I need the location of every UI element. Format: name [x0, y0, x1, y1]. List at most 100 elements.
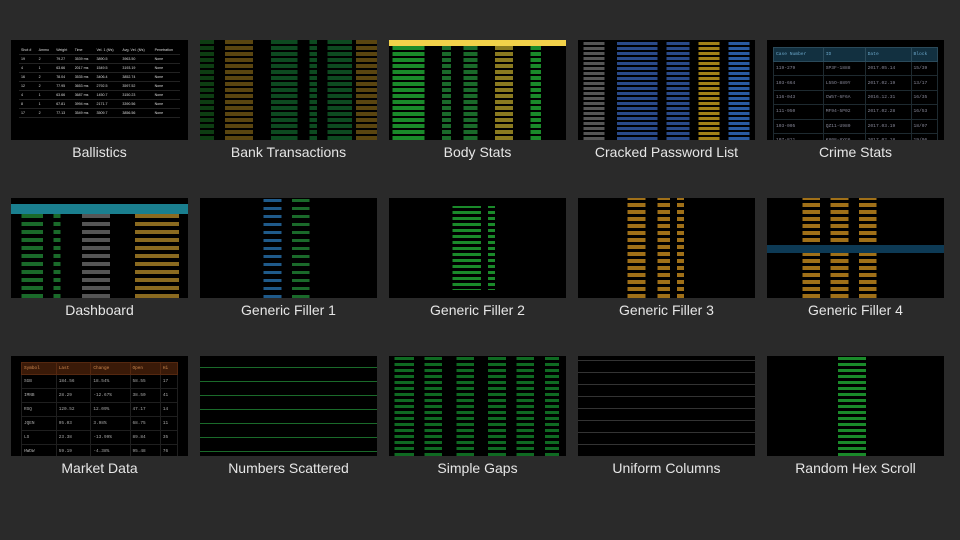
column-header: Penetration: [153, 46, 180, 55]
table-cell: LS: [22, 431, 57, 445]
table-cell: 95.03: [56, 417, 91, 431]
thumbnail-preview[interactable]: Case NumberIDDateBlock119-279SP3F-188820…: [767, 40, 944, 140]
table-cell: 11: [160, 417, 177, 431]
table-cell: 18.54%: [91, 375, 130, 389]
thumbnail-preview[interactable]: [11, 198, 188, 298]
table-cell: 16/53: [911, 105, 937, 119]
tile-numbers-scattered[interactable]: Numbers Scattered: [200, 356, 377, 456]
tile-generic-filler-4[interactable]: Generic Filler 4: [767, 198, 944, 298]
tile-cracked-password-list[interactable]: Cracked Password List: [578, 40, 755, 140]
table-cell: 12.09%: [91, 403, 130, 417]
tile-crime-stats[interactable]: Case NumberIDDateBlock119-279SP3F-188820…: [767, 40, 944, 140]
tile-label: Ballistics: [0, 144, 208, 160]
thumbnail-preview[interactable]: [389, 356, 566, 456]
thumbnail-preview[interactable]: [389, 198, 566, 298]
table-cell: 3852.74: [120, 73, 152, 82]
table-cell: 3150.23: [120, 91, 152, 100]
table-cell: 1450.7: [94, 91, 120, 100]
table-cell: None: [153, 55, 180, 64]
tile-label: Crime Stats: [747, 144, 960, 160]
table-cell: 3890.5: [94, 55, 120, 64]
thumbnail-preview[interactable]: [578, 198, 755, 298]
thumbnail-preview[interactable]: [200, 198, 377, 298]
table-row: 119-279SP3F-18882017.05.1415/39: [774, 62, 938, 76]
table-cell: 2: [37, 73, 55, 82]
table-cell: 1549.5: [94, 64, 120, 73]
table-cell: 3963.50: [120, 55, 152, 64]
tile-uniform-columns[interactable]: Uniform Columns: [578, 356, 755, 456]
table-row: LS23.38-13.99%89.8435: [22, 431, 178, 445]
tile-label: Body Stats: [369, 144, 586, 160]
tile-ballistics[interactable]: Shot #AmmoWeightTimeVel. 1 (ft/s)Avg. Ve…: [11, 40, 188, 140]
table-cell: SGB: [22, 375, 57, 389]
thumbnail-preview[interactable]: [767, 198, 944, 298]
tile-dashboard[interactable]: Dashboard: [11, 198, 188, 298]
column-header: ID: [823, 48, 865, 62]
tile-label: Simple Gaps: [369, 460, 586, 476]
table-cell: 59.19: [56, 445, 91, 457]
tile-label: Market Data: [0, 460, 208, 476]
table-cell: 2016.12.31: [865, 90, 911, 104]
table-row: 107-811K808-8YG62017.02.1819/96: [774, 133, 938, 140]
tile-random-hex-scroll[interactable]: Random Hex Scroll: [767, 356, 944, 456]
table-cell: 107-811: [774, 133, 824, 140]
table-cell: 14: [160, 403, 177, 417]
table-cell: 38.50: [130, 389, 160, 403]
table-cell: 2017.02.18: [865, 133, 911, 140]
tile-bank-transactions[interactable]: Bank Transactions: [200, 40, 377, 140]
table-cell: IMNB: [22, 389, 57, 403]
table-cell: 1: [37, 91, 55, 100]
table-cell: None: [153, 100, 180, 109]
table-cell: 78.04: [54, 73, 73, 82]
table-cell: 1: [37, 100, 55, 109]
table-cell: None: [153, 64, 180, 73]
column-header: Case Number: [774, 48, 824, 62]
table-row: 4163.663687 ms1450.73150.23None: [19, 91, 180, 100]
thumbnail-preview[interactable]: [578, 40, 755, 140]
table-cell: 3597.52: [120, 82, 152, 91]
tile-generic-filler-1[interactable]: Generic Filler 1: [200, 198, 377, 298]
table-cell: 63.66: [54, 91, 73, 100]
table-cell: -4.38%: [91, 445, 130, 457]
table-cell: 2017 ms: [73, 64, 95, 73]
thumbnail-preview[interactable]: SymbolLastChangeOpenHiSGB184.5618.54%58.…: [11, 356, 188, 456]
table-cell: 3390.56: [120, 100, 152, 109]
preview-content: [767, 198, 944, 298]
market-table: SymbolLastChangeOpenHiSGB184.5618.54%58.…: [11, 356, 188, 456]
table-row: 4163.662017 ms1549.53193.19None: [19, 64, 180, 73]
table-row: IMNB28.29-12.67%38.5041: [22, 389, 178, 403]
table-cell: 1: [37, 64, 55, 73]
preview-content: [578, 40, 755, 140]
thumbnail-preview[interactable]: [200, 40, 377, 140]
column-header: Vel. 1 (ft/s): [94, 46, 120, 55]
preview-content: [578, 356, 755, 456]
thumbnail-preview[interactable]: [578, 356, 755, 456]
column-header: Weight: [54, 46, 73, 55]
column-header: Open: [130, 363, 160, 375]
tile-label: Dashboard: [0, 302, 208, 318]
tile-generic-filler-3[interactable]: Generic Filler 3: [578, 198, 755, 298]
table-row: SGB184.5618.54%58.5517: [22, 375, 178, 389]
tile-label: Uniform Columns: [558, 460, 775, 476]
crime-table: Case NumberIDDateBlock119-279SP3F-188820…: [767, 40, 944, 140]
table-cell: 16: [19, 73, 37, 82]
ballistics-table: Shot #AmmoWeightTimeVel. 1 (ft/s)Avg. Ve…: [11, 40, 188, 124]
preview-content: [767, 356, 944, 456]
table-cell: 3994 ms: [73, 100, 95, 109]
table-cell: 103-005: [774, 119, 824, 133]
thumbnail-preview[interactable]: [200, 356, 377, 456]
thumbnail-preview[interactable]: [389, 40, 566, 140]
tile-market-data[interactable]: SymbolLastChangeOpenHiSGB184.5618.54%58.…: [11, 356, 188, 456]
table-cell: 16/35: [911, 90, 937, 104]
preview-content: [200, 198, 377, 298]
tile-simple-gaps[interactable]: Simple Gaps: [389, 356, 566, 456]
tile-body-stats[interactable]: Body Stats: [389, 40, 566, 140]
column-header: Block: [911, 48, 937, 62]
tile-generic-filler-2[interactable]: Generic Filler 2: [389, 198, 566, 298]
table-row: 17277.133549 ms3509.73856.56None: [19, 109, 180, 118]
thumbnail-preview[interactable]: Shot #AmmoWeightTimeVel. 1 (ft/s)Avg. Ve…: [11, 40, 188, 140]
table-cell: 58.55: [130, 375, 160, 389]
table-cell: 8: [19, 100, 37, 109]
table-cell: 76: [160, 445, 177, 457]
thumbnail-preview[interactable]: [767, 356, 944, 456]
